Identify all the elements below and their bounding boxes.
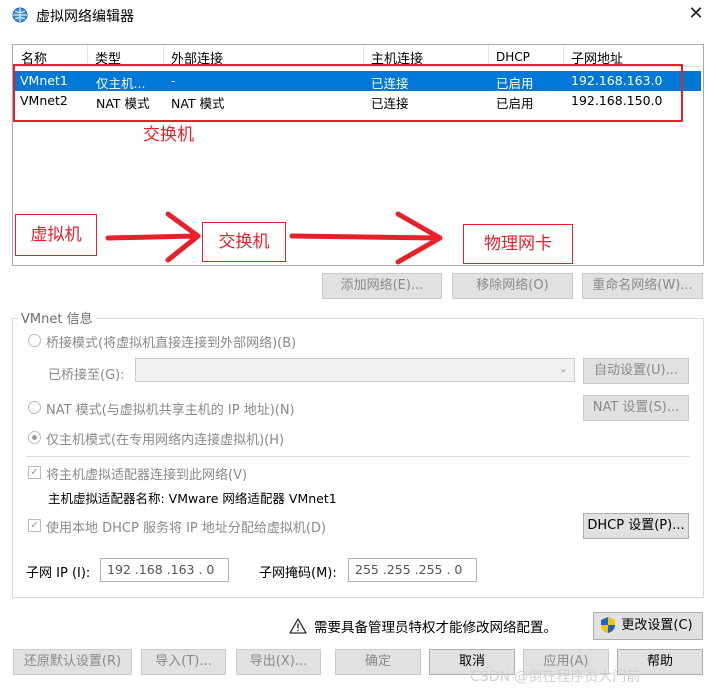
subnet-mask-label: 子网掩码(M):	[259, 566, 337, 581]
restore-defaults-button[interactable]: 还原默认设置(R)	[13, 649, 132, 675]
uac-shield-icon	[601, 617, 615, 633]
watermark-text: CSDN @倒在程序员大门前	[470, 669, 641, 685]
rename-network-button[interactable]: 重命名网络(W)...	[582, 273, 703, 299]
add-network-button[interactable]: 添加网络(E)...	[322, 273, 442, 299]
host-only-radio[interactable]	[28, 431, 41, 444]
auto-settings-button[interactable]: 自动设置(U)...	[583, 358, 689, 384]
bridge-mode-radio[interactable]	[28, 334, 41, 347]
group-divider	[26, 456, 690, 457]
admin-notice-text: 需要具备管理员特权才能修改网络配置。	[314, 620, 557, 636]
nat-mode-radio[interactable]	[28, 401, 41, 414]
dhcp-settings-button[interactable]: DHCP 设置(P)...	[583, 513, 689, 539]
ok-button[interactable]: 确定	[335, 649, 421, 675]
host-only-label[interactable]: 仅主机模式(在专用网络内连接虚拟机)(H)	[46, 429, 284, 448]
subnet-mask-input[interactable]: 255 .255 .255 . 0	[348, 558, 477, 582]
warning-icon	[289, 618, 307, 634]
change-settings-label: 更改设置(C)	[621, 618, 693, 633]
import-button[interactable]: 导入(T)...	[141, 649, 226, 675]
use-dhcp-checkbox[interactable]: ✓	[28, 519, 41, 532]
adapter-name-text: 主机虚拟适配器名称: VMware 网络适配器 VMnet1	[48, 491, 337, 506]
connect-adapter-checkbox[interactable]: ✓	[28, 466, 41, 479]
chevron-down-icon: ⌄	[558, 362, 568, 375]
arrow-vm-to-switch	[105, 211, 201, 263]
bridged-to-select[interactable]: ⌄	[135, 358, 575, 382]
subnet-ip-input[interactable]: 192 .168 .163 . 0	[100, 558, 229, 582]
remove-network-button[interactable]: 移除网络(O)	[452, 273, 573, 299]
export-button[interactable]: 导出(X)...	[236, 649, 321, 675]
nat-mode-label[interactable]: NAT 模式(与虚拟机共享主机的 IP 地址)(N)	[46, 399, 295, 418]
arrow-switch-to-nic	[289, 211, 443, 265]
subnet-ip-label: 子网 IP (I):	[26, 566, 91, 581]
bridge-mode-label[interactable]: 桥接模式(将虚拟机直接连接到外部网络)(B)	[46, 332, 296, 351]
vmnet-info-title: VMnet 信息	[18, 308, 96, 327]
bridged-to-label: 已桥接至(G):	[48, 368, 125, 383]
connect-adapter-label[interactable]: 将主机虚拟适配器连接到此网络(V)	[46, 464, 247, 483]
nat-settings-button[interactable]: NAT 设置(S)...	[583, 395, 689, 421]
use-dhcp-label[interactable]: 使用本地 DHCP 服务将 IP 地址分配给虚拟机(D)	[46, 517, 326, 536]
